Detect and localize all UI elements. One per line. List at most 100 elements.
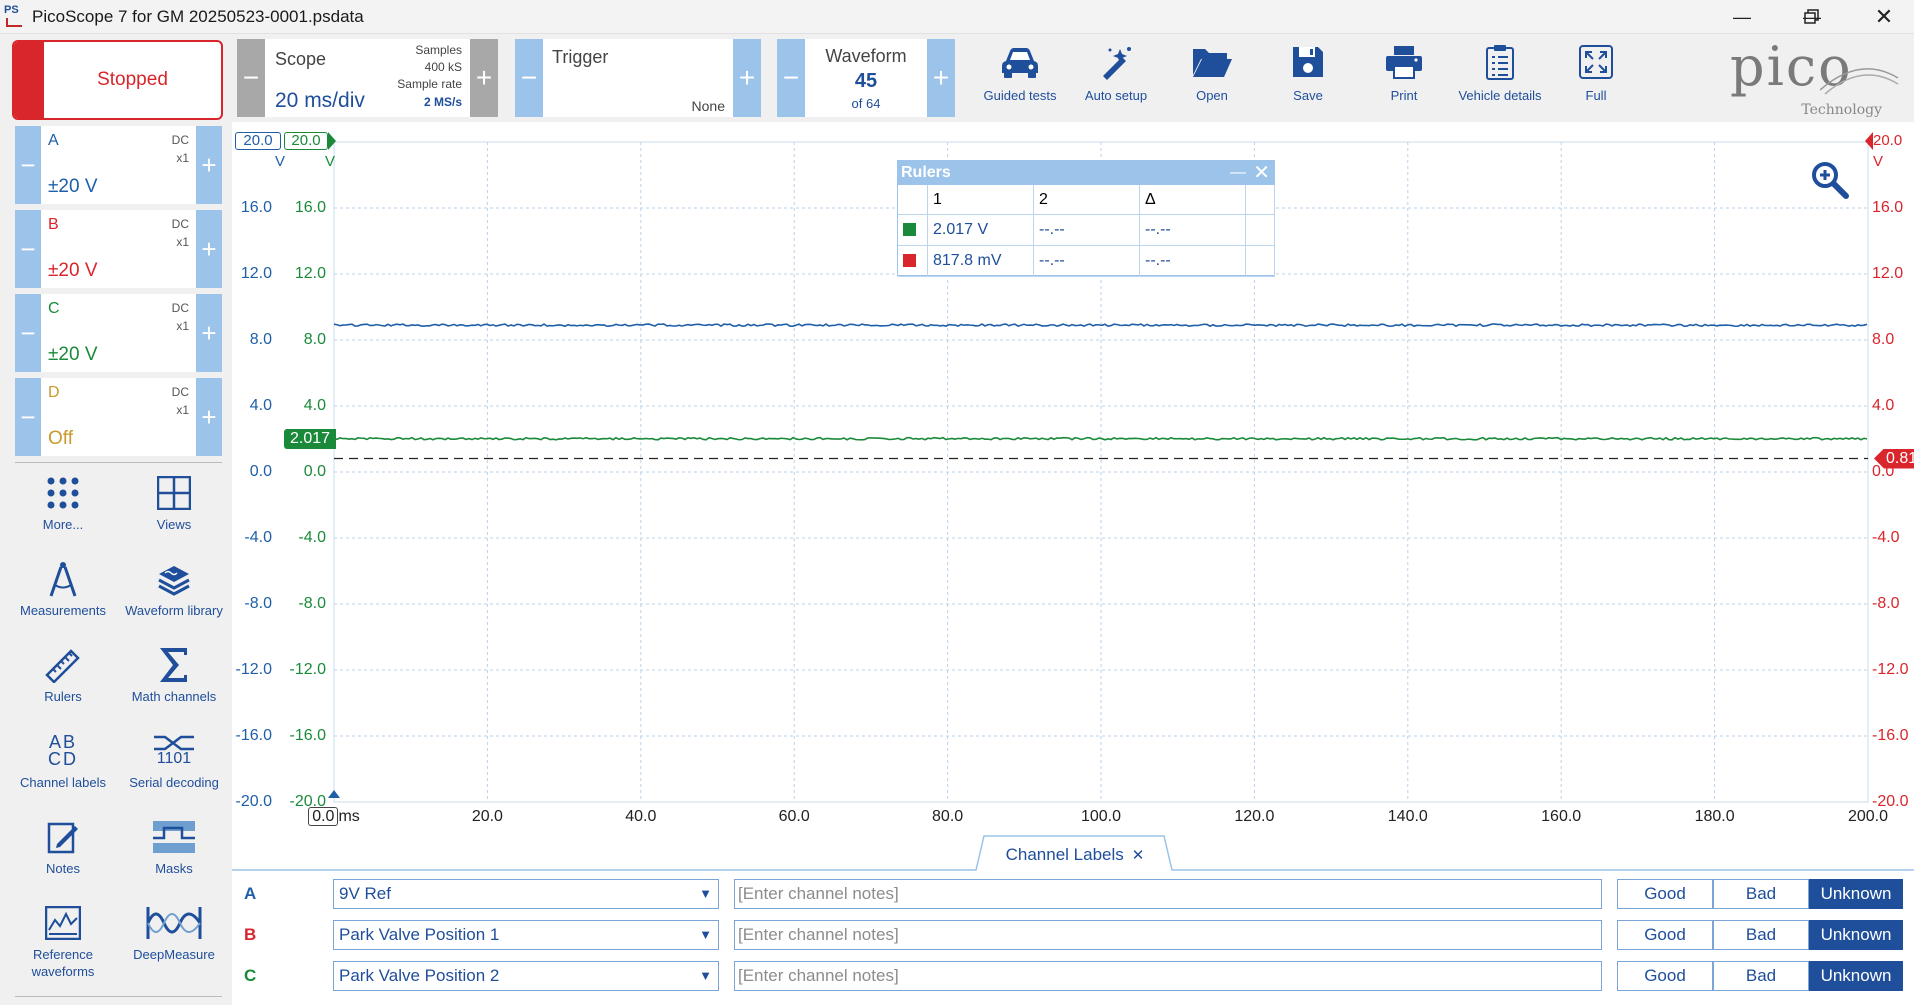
label-row-c-bad-button[interactable]: Bad <box>1713 961 1809 991</box>
channel-b-coupling: DC <box>171 217 189 231</box>
trigger-decrease-button[interactable]: − <box>515 39 543 117</box>
y-tick-label-b: 4.0 <box>1872 397 1895 414</box>
y-tick-label-a: -8.0 <box>244 595 272 612</box>
more-button[interactable]: More... <box>8 470 118 533</box>
waveform-next-button[interactable]: + <box>927 39 955 117</box>
label-row-a-good-button[interactable]: Good <box>1617 879 1713 909</box>
label-row-b-bad-button[interactable]: Bad <box>1713 920 1809 950</box>
channel-c-range-decrease-button[interactable]: − <box>15 294 41 372</box>
label-row-c-unknown-button[interactable]: Unknown <box>1809 961 1903 991</box>
channel-c-card[interactable]: − C DC x1 ±20 V + <box>15 294 222 372</box>
ruler-icon <box>45 649 80 683</box>
channel-b-range-decrease-button[interactable]: − <box>15 210 41 288</box>
reference-waveforms-button[interactable]: Reference waveforms <box>8 900 118 980</box>
samples-label: Samples <box>415 43 462 57</box>
zoom-icon[interactable] <box>1810 160 1850 200</box>
notes-button[interactable]: Notes <box>8 814 118 877</box>
rulers-row-swatch <box>898 246 928 277</box>
save-label: Save <box>1293 88 1323 103</box>
timebase-increase-button[interactable]: + <box>470 39 498 117</box>
y-tick-label-c: -8.0 <box>298 595 326 612</box>
channel-c-axis-max[interactable]: 20.0 <box>284 132 328 150</box>
rulers-window[interactable]: Rulers — ✕ 1 2 Δ 2.017 V --.-- --.-- 817… <box>897 160 1275 277</box>
guided-tests-button[interactable]: Guided tests <box>972 40 1068 120</box>
label-row-b-good-button[interactable]: Good <box>1617 920 1713 950</box>
channel-c-ruler-marker[interactable]: 2.017 <box>284 428 337 449</box>
reference-waveforms-label: Reference waveforms <box>31 947 95 979</box>
run-stop-button[interactable]: Stopped <box>12 40 223 120</box>
rulers-close-icon[interactable]: ✕ <box>1253 161 1270 185</box>
channel-c-trace <box>333 436 1868 441</box>
measurements-button[interactable]: Measurements <box>8 556 118 619</box>
channel-labels-tab[interactable]: Channel Labels ✕ <box>980 840 1170 870</box>
channel-labels-tab-title: Channel Labels <box>1005 845 1124 864</box>
channel-b-range-increase-button[interactable]: + <box>196 210 222 288</box>
waveform-count: of 64 <box>851 96 881 111</box>
auto-setup-button[interactable]: Auto setup <box>1068 40 1164 120</box>
rulers-title: Rulers <box>901 164 951 181</box>
label-row-a-notes-input[interactable]: [Enter channel notes] <box>734 879 1602 909</box>
x-tick-label: 140.0 <box>1387 808 1428 825</box>
channel-a-range-increase-button[interactable]: + <box>196 126 222 204</box>
restore-button[interactable] <box>1784 0 1840 34</box>
trigger-panel[interactable]: Trigger None <box>543 39 733 117</box>
channel-a-card[interactable]: − A DC x1 ±20 V + <box>15 126 222 204</box>
channel-d-range-decrease-button[interactable]: − <box>15 378 41 456</box>
x-tick-label: 20.0 <box>471 808 503 825</box>
rulers-minimize-icon[interactable]: — <box>1230 161 1246 185</box>
channel-b-card[interactable]: − B DC x1 ±20 V + <box>15 210 222 288</box>
x-tick-label: 180.0 <box>1694 808 1735 825</box>
x-origin-label[interactable]: 0.0 <box>308 807 339 826</box>
y-tick-label-b: -8.0 <box>1872 595 1900 612</box>
samples-value: 400 kS <box>424 60 462 74</box>
label-row-a-bad-button[interactable]: Bad <box>1713 879 1809 909</box>
y-tick-label-b: -12.0 <box>1872 661 1909 678</box>
abcd-glyph-bottom: CD <box>48 749 78 769</box>
save-button[interactable]: Save <box>1260 40 1356 120</box>
label-row-c-notes-input[interactable]: [Enter channel notes] <box>734 961 1602 991</box>
channel-b-axis-max[interactable]: 20.0 <box>1873 132 1913 150</box>
channel-d-card[interactable]: − D DC x1 Off + <box>15 378 222 456</box>
timebase-decrease-button[interactable]: − <box>237 39 265 117</box>
views-label: Views <box>156 517 192 532</box>
rulers-title-bar[interactable]: Rulers — ✕ <box>898 161 1274 185</box>
close-button[interactable]: ✕ <box>1856 0 1912 34</box>
channel-labels-close-icon[interactable]: ✕ <box>1132 846 1145 864</box>
waveform-label: Waveform <box>825 46 907 66</box>
vehicle-details-button[interactable]: Vehicle details <box>1452 40 1548 120</box>
label-row-a-unknown-button[interactable]: Unknown <box>1809 879 1903 909</box>
reference-icon <box>45 906 81 940</box>
minimize-icon: — <box>1733 6 1751 27</box>
waveform-library-button[interactable]: Waveform library <box>119 556 229 619</box>
scope-panel[interactable]: Scope 20 ms/div Samples 400 kS Sample ra… <box>265 39 497 117</box>
channel-a-axis-max[interactable]: 20.0 <box>235 132 281 150</box>
minimize-button[interactable]: — <box>1714 0 1770 34</box>
channel-d-range-increase-button[interactable]: + <box>196 378 222 456</box>
label-row-b-unknown-button[interactable]: Unknown <box>1809 920 1903 950</box>
trigger-increase-button[interactable]: + <box>733 39 761 117</box>
serial-decoding-button[interactable]: 1101 Serial decoding <box>119 728 229 791</box>
close-icon: ✕ <box>1874 4 1894 29</box>
rulers-button[interactable]: Rulers <box>8 642 118 705</box>
rulers-header-2: 2 <box>1034 185 1140 215</box>
label-row-c-select[interactable]: Park Valve Position 2 ▼ <box>333 961 719 991</box>
masks-button[interactable]: Masks <box>119 814 229 877</box>
serial-decoding-label: Serial decoding <box>129 775 219 790</box>
open-button[interactable]: Open <box>1164 40 1260 120</box>
waveform-previous-button[interactable]: − <box>777 39 805 117</box>
channel-a-letter: A <box>48 132 59 149</box>
deepmeasure-button[interactable]: DeepMeasure <box>119 900 229 963</box>
label-row-b-notes-input[interactable]: [Enter channel notes] <box>734 920 1602 950</box>
channel-labels-button[interactable]: AB CD Channel labels <box>8 728 118 791</box>
views-button[interactable]: Views <box>119 470 229 533</box>
math-channels-button[interactable]: Math channels <box>119 642 229 705</box>
channel-c-range-increase-button[interactable]: + <box>196 294 222 372</box>
label-row-c-good-button[interactable]: Good <box>1617 961 1713 991</box>
label-row-a-select[interactable]: 9V Ref ▼ <box>333 879 719 909</box>
channel-a-range-decrease-button[interactable]: − <box>15 126 41 204</box>
ruler-c-delta: --.-- <box>1140 215 1246 246</box>
sidebar-divider <box>15 462 222 463</box>
print-button[interactable]: Print <box>1356 40 1452 120</box>
full-screen-button[interactable]: Full <box>1548 40 1644 120</box>
label-row-b-select[interactable]: Park Valve Position 1 ▼ <box>333 920 719 950</box>
